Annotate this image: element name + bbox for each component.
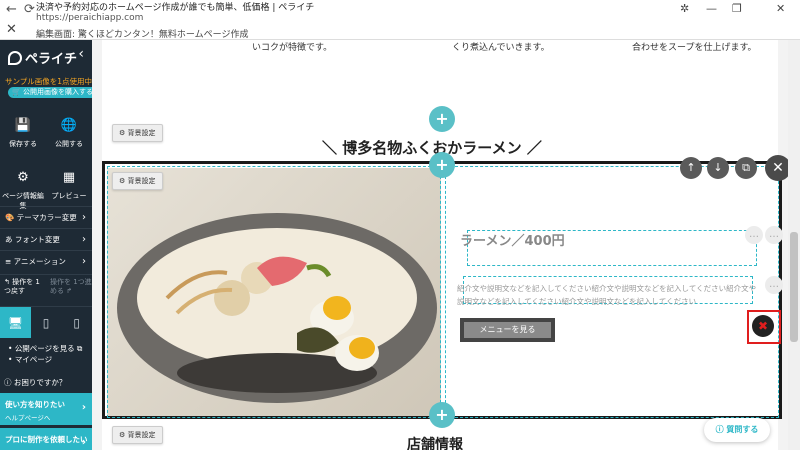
reload-icon[interactable]: ⟳ bbox=[24, 2, 35, 17]
add-block-button[interactable]: + bbox=[429, 402, 455, 428]
scroll-thumb[interactable] bbox=[790, 232, 798, 342]
desktop-icon: 🖥 bbox=[7, 316, 23, 330]
redo-button[interactable]: 操作を 1つ進める ↱ bbox=[46, 275, 92, 306]
arrow-up-icon: ↑ bbox=[686, 161, 696, 174]
chevron-right-icon: › bbox=[82, 234, 86, 245]
browser-chrome: ← ⟳ 決済や予約対応のホームページ作成が誰でも簡単、低価格 | ペライチ ht… bbox=[0, 0, 800, 40]
delete-block-button[interactable]: ✕ bbox=[765, 155, 788, 181]
browser-url[interactable]: https://peraichiapp.com bbox=[36, 13, 143, 23]
mypage-link[interactable]: • マイページ bbox=[8, 354, 82, 365]
chevron-right-icon: › bbox=[81, 437, 86, 448]
help-page-cta[interactable]: 使い方を知りたい ヘルプページへ › bbox=[0, 393, 92, 425]
tablet-icon: ▯ bbox=[42, 316, 50, 330]
ghost-control-icon[interactable]: … bbox=[765, 276, 783, 294]
tablet-view-button[interactable]: ▯ bbox=[31, 307, 62, 338]
redo-icon: ↱ bbox=[66, 287, 73, 295]
duplicate-button[interactable]: ⧉ bbox=[735, 157, 757, 179]
ghost-control-icon[interactable]: … bbox=[745, 226, 763, 244]
ghost-control-icon[interactable]: … bbox=[765, 226, 783, 244]
mobile-view-button[interactable]: ▯ bbox=[61, 307, 92, 338]
window-close-icon[interactable]: ✕ bbox=[776, 2, 785, 15]
add-block-button[interactable]: + bbox=[429, 152, 455, 178]
copy-icon: ⧉ bbox=[742, 161, 750, 174]
extensions-icon[interactable]: ✲ bbox=[680, 2, 689, 15]
sample-note: サンプル画像を1点使用中です bbox=[5, 77, 92, 86]
page-preview: いコクが特徴です。 くり煮込んでいきます。 合わせをスープを仕上げます。 ⚙ 背… bbox=[102, 40, 788, 450]
background-settings-button[interactable]: ⚙ 背景設定 bbox=[112, 124, 163, 142]
request-pro-cta[interactable]: プロに制作を依頼したい › bbox=[0, 428, 92, 450]
move-up-button[interactable]: ↑ bbox=[680, 157, 702, 179]
minimize-icon[interactable]: — bbox=[706, 2, 717, 15]
editor-sidebar: ペライチ ‹ サンプル画像を1点使用中です 🛒 公開用画像を購入する 💾保存する… bbox=[0, 40, 92, 450]
save-icon: 💾 bbox=[14, 118, 32, 133]
view-public-page-link[interactable]: • 公開ページを見る ⧉ bbox=[8, 343, 82, 354]
chevron-right-icon: › bbox=[82, 212, 86, 223]
close-icon: ✕ bbox=[772, 160, 784, 176]
save-button[interactable]: 💾 保存する bbox=[0, 118, 46, 149]
undo-icon: ↰ bbox=[4, 278, 10, 286]
view-menu-button[interactable]: メニューを見る bbox=[460, 318, 555, 342]
move-down-button[interactable]: ↓ bbox=[707, 157, 729, 179]
ask-question-button[interactable]: ⓘ 質問する bbox=[704, 418, 770, 442]
page-subtitle: 編集画面: 驚くほどカンタン！無料ホームページ作成 bbox=[36, 30, 249, 40]
chevron-left-icon[interactable]: ‹ bbox=[78, 46, 84, 62]
background-settings-button[interactable]: ⚙ 背景設定 bbox=[112, 426, 163, 444]
help-icon: ⓘ bbox=[715, 425, 724, 434]
desktop-view-button[interactable]: 🖥 bbox=[0, 307, 31, 338]
theme-color-menu[interactable]: 🎨 テーマカラー変更 › bbox=[0, 206, 92, 228]
arrow-down-icon: ↓ bbox=[713, 161, 723, 174]
buy-image-button[interactable]: 🛒 公開用画像を購入する bbox=[8, 87, 92, 98]
animation-menu[interactable]: ≡ アニメーション › bbox=[0, 250, 92, 272]
page-info-button[interactable]: ⚙ ページ情報編集 bbox=[0, 170, 46, 211]
background-settings-button[interactable]: ⚙ 背景設定 bbox=[112, 172, 163, 190]
font-menu[interactable]: あ フォント変更 › bbox=[0, 228, 92, 250]
mobile-icon: ▯ bbox=[73, 316, 80, 330]
editor-canvas: いコクが特徴です。 くり煮込んでいきます。 合わせをスープを仕上げます。 ⚙ 背… bbox=[92, 40, 788, 450]
calculator-icon: ▦ bbox=[62, 170, 76, 185]
chevron-right-icon: › bbox=[82, 256, 86, 267]
logo-icon bbox=[8, 51, 22, 65]
back-icon[interactable]: ← bbox=[6, 2, 17, 17]
globe-icon: 🌐 bbox=[60, 118, 78, 133]
add-block-button[interactable]: + bbox=[429, 106, 455, 132]
close-icon[interactable]: ✕ bbox=[6, 22, 17, 37]
feature-text: くり煮込んでいきます。 bbox=[452, 43, 550, 53]
price-heading[interactable]: ラーメン／400円 bbox=[460, 230, 565, 249]
chevron-right-icon: › bbox=[81, 402, 86, 413]
preview-button[interactable]: ▦ プレビュー bbox=[46, 170, 92, 211]
close-icon: ✖ bbox=[757, 319, 769, 333]
image-outline bbox=[107, 166, 441, 418]
publish-button[interactable]: 🌐 公開する bbox=[46, 118, 92, 149]
help-question: ⓘ お困りですか？ bbox=[4, 378, 67, 387]
feature-text: 合わせをスープを仕上げます。 bbox=[632, 43, 757, 53]
scrollbar[interactable] bbox=[788, 40, 800, 450]
delete-element-button[interactable]: ✖ bbox=[752, 315, 774, 337]
logo: ペライチ bbox=[8, 48, 77, 67]
description-text[interactable]: 紹介文や説明文などを記入してください紹介文や説明文などを記入してください紹介文や… bbox=[457, 282, 757, 308]
feature-text: いコクが特徴です。 bbox=[252, 43, 333, 53]
browser-title: 決済や予約対応のホームページ作成が誰でも簡単、低価格 | ペライチ bbox=[36, 3, 315, 13]
gear-icon: ⚙ bbox=[17, 170, 29, 185]
store-info-title: 店舗情報 bbox=[407, 437, 463, 450]
restore-icon[interactable]: ❐ bbox=[732, 2, 742, 15]
undo-button[interactable]: ↰ 操作を 1つ戻す bbox=[0, 275, 46, 306]
